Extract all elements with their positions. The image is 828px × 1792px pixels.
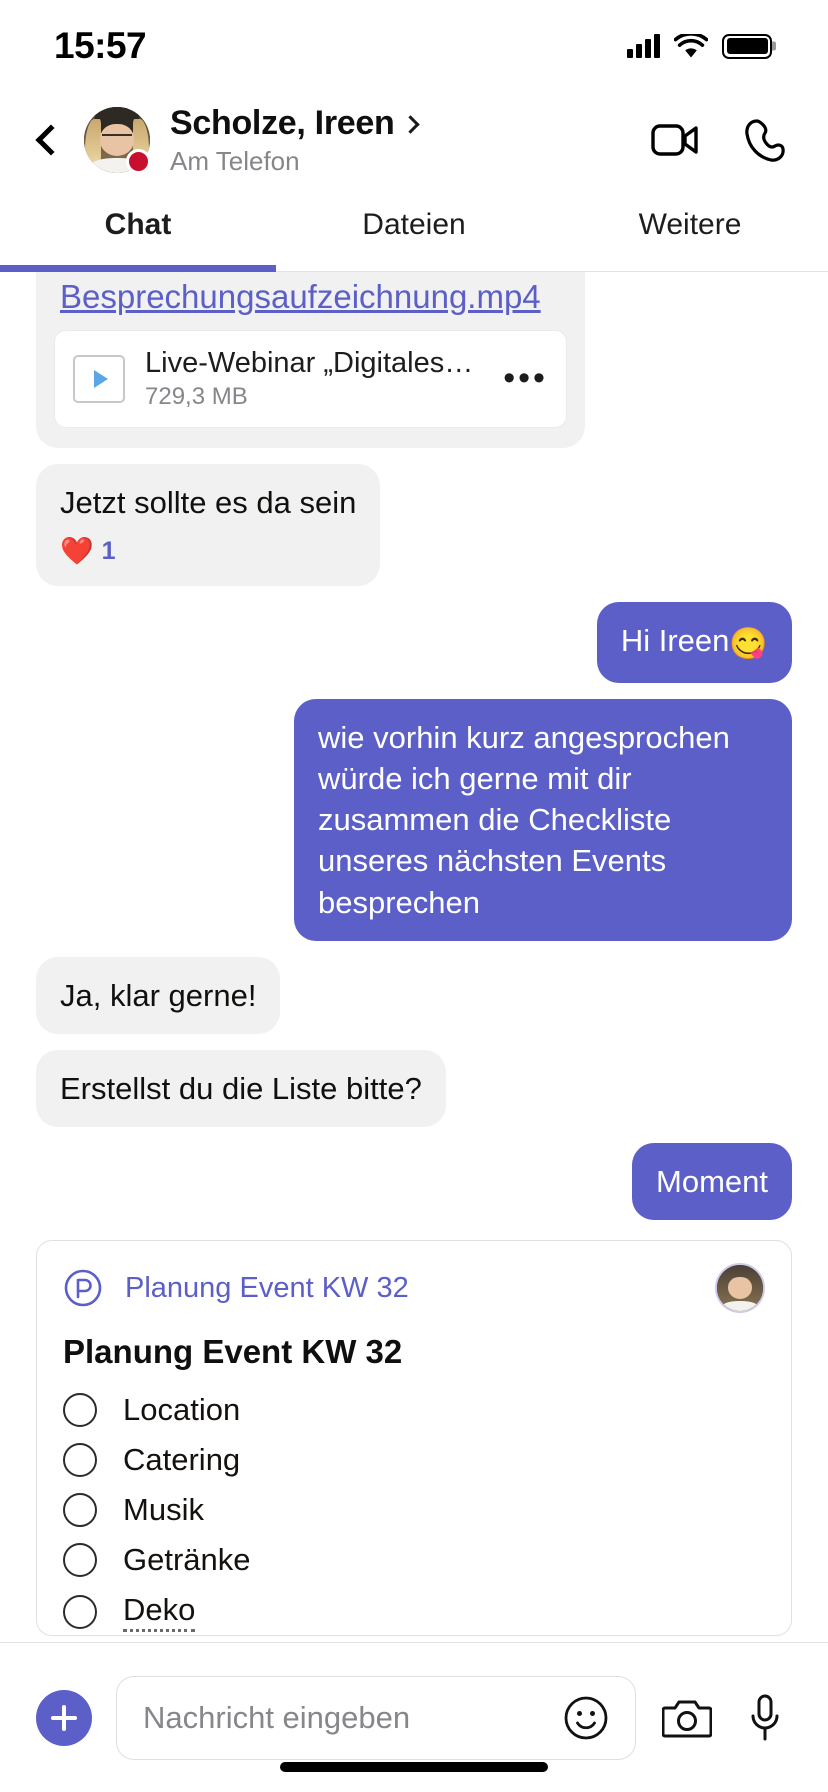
- header-actions: [650, 115, 790, 165]
- message-row: Ja, klar gerne!: [36, 956, 792, 1034]
- checklist-card-header: Planung Event KW 32: [37, 1241, 791, 1323]
- checklist-item[interactable]: Catering: [63, 1435, 765, 1485]
- reaction-count: 1: [101, 537, 116, 566]
- microphone-icon: [751, 1694, 779, 1740]
- conversation-tabs: Chat Dateien Weitere: [0, 188, 828, 273]
- checklist-card-body: Planung Event KW 32 Location Catering Mu…: [37, 1323, 791, 1635]
- chat-screen: 15:57 Scholze, Ireen Am Telefon Chat Dat…: [0, 0, 828, 1792]
- message-bubble-incoming[interactable]: Jetzt sollte es da sein ❤️ 1: [36, 464, 381, 587]
- wifi-icon: [674, 33, 708, 57]
- message-text: Jetzt sollte es da sein: [60, 485, 357, 520]
- checklist-app-name: Planung Event KW 32: [125, 1271, 409, 1304]
- heart-icon: ❤️: [60, 536, 94, 567]
- attachment-link[interactable]: Besprechungsaufzeichnung.mp4: [54, 272, 567, 330]
- checklist-item-label: Musik: [123, 1492, 204, 1528]
- checkbox-unchecked-icon[interactable]: [63, 1443, 97, 1478]
- camera-icon: [662, 1700, 712, 1737]
- checklist-item-label: Location: [123, 1392, 241, 1428]
- message-row: wie vorhin kurz angesprochen würde ich g…: [36, 698, 792, 941]
- message-bubble-outgoing[interactable]: wie vorhin kurz angesprochen würde ich g…: [294, 698, 792, 941]
- message-text: Ja, klar gerne!: [60, 977, 257, 1013]
- heart-reaction[interactable]: ❤️ 1: [60, 535, 356, 568]
- checkbox-unchecked-icon[interactable]: [63, 1493, 97, 1528]
- message-bubble-outgoing[interactable]: Hi Ireen😋: [596, 602, 792, 683]
- message-input[interactable]: [143, 1699, 545, 1736]
- video-camera-icon: [651, 124, 698, 156]
- add-attachment-button[interactable]: [36, 1689, 92, 1746]
- checkbox-unchecked-icon[interactable]: [63, 1393, 97, 1428]
- emoji-button[interactable]: [559, 1691, 613, 1745]
- presence-status-label: Am Telefon: [170, 145, 300, 176]
- camera-button[interactable]: [660, 1691, 714, 1745]
- message-bubble-incoming[interactable]: Erstellst du die Liste bitte?: [36, 1050, 446, 1128]
- message-bubble-outgoing[interactable]: Moment: [632, 1143, 792, 1221]
- checklist-item-label: Catering: [123, 1442, 241, 1478]
- message-row: Erstellst du die Liste bitte?: [36, 1050, 792, 1128]
- back-button[interactable]: [22, 110, 74, 170]
- message-text: wie vorhin kurz angesprochen würde ich g…: [318, 719, 730, 920]
- status-bar: 15:57: [0, 0, 828, 92]
- tab-chat[interactable]: Chat: [0, 188, 276, 271]
- status-time: 15:57: [54, 25, 147, 66]
- audio-call-button[interactable]: [740, 115, 790, 165]
- microphone-button[interactable]: [738, 1691, 792, 1745]
- message-input-wrapper[interactable]: [116, 1675, 636, 1760]
- message-bubble-incoming[interactable]: Ja, klar gerne!: [36, 956, 281, 1034]
- message-row: Hi Ireen😋: [36, 602, 792, 683]
- tab-weitere[interactable]: Weitere: [552, 188, 828, 271]
- contact-info[interactable]: Scholze, Ireen Am Telefon: [170, 104, 650, 177]
- file-size: 729,3 MB: [145, 383, 248, 410]
- attachment-bubble[interactable]: Besprechungsaufzeichnung.mp4 Live-Webina…: [36, 272, 585, 448]
- home-indicator: [280, 1762, 548, 1772]
- checklist-item-label: Deko: [123, 1592, 196, 1633]
- contact-avatar[interactable]: [84, 107, 151, 174]
- tab-dateien[interactable]: Dateien: [276, 188, 552, 271]
- status-indicators: [627, 33, 772, 59]
- checklist-title: Planung Event KW 32: [63, 1333, 403, 1371]
- planner-app-icon: [64, 1270, 102, 1307]
- smiley-emoji: 😋: [729, 626, 768, 662]
- battery-icon: [722, 33, 772, 59]
- phone-icon: [745, 119, 785, 162]
- message-row-attachment: Besprechungsaufzeichnung.mp4 Live-Webina…: [36, 272, 792, 448]
- checklist-item[interactable]: Getränke: [63, 1535, 765, 1585]
- chat-header: Scholze, Ireen Am Telefon: [0, 92, 828, 188]
- presence-indicator-busy: [126, 149, 151, 174]
- video-call-button[interactable]: [650, 115, 700, 165]
- message-list[interactable]: Besprechungsaufzeichnung.mp4 Live-Webina…: [0, 272, 828, 1642]
- message-text: Moment: [656, 1164, 768, 1200]
- smiley-icon: [564, 1696, 608, 1739]
- cellular-signal-icon: [627, 34, 660, 58]
- checkbox-unchecked-icon[interactable]: [63, 1595, 97, 1630]
- chevron-right-icon: [401, 114, 421, 134]
- checkbox-unchecked-icon[interactable]: [63, 1543, 97, 1578]
- checklist-item[interactable]: Deko: [63, 1585, 765, 1635]
- file-name: Live-Webinar „Digitales…: [145, 347, 474, 379]
- contact-name: Scholze, Ireen: [170, 103, 395, 142]
- message-row: Jetzt sollte es da sein ❤️ 1: [36, 464, 792, 587]
- video-file-icon: [73, 355, 125, 403]
- message-text: Hi Ireen: [620, 623, 730, 659]
- checklist-item-label: Getränke: [123, 1542, 251, 1578]
- file-attachment-card[interactable]: Live-Webinar „Digitales… 729,3 MB •••: [54, 330, 567, 428]
- message-row: Moment: [36, 1143, 792, 1221]
- checklist-item[interactable]: Musik: [63, 1485, 765, 1535]
- back-chevron-icon: [35, 124, 67, 156]
- checklist-card[interactable]: Planung Event KW 32 Planung Event KW 32 …: [36, 1240, 792, 1637]
- more-horizontal-icon[interactable]: •••: [493, 361, 548, 395]
- checklist-item[interactable]: Location: [63, 1385, 765, 1435]
- file-meta: Live-Webinar „Digitales… 729,3 MB: [145, 347, 473, 411]
- checklist-author-avatar: [715, 1263, 765, 1314]
- message-text: Erstellst du die Liste bitte?: [60, 1071, 422, 1106]
